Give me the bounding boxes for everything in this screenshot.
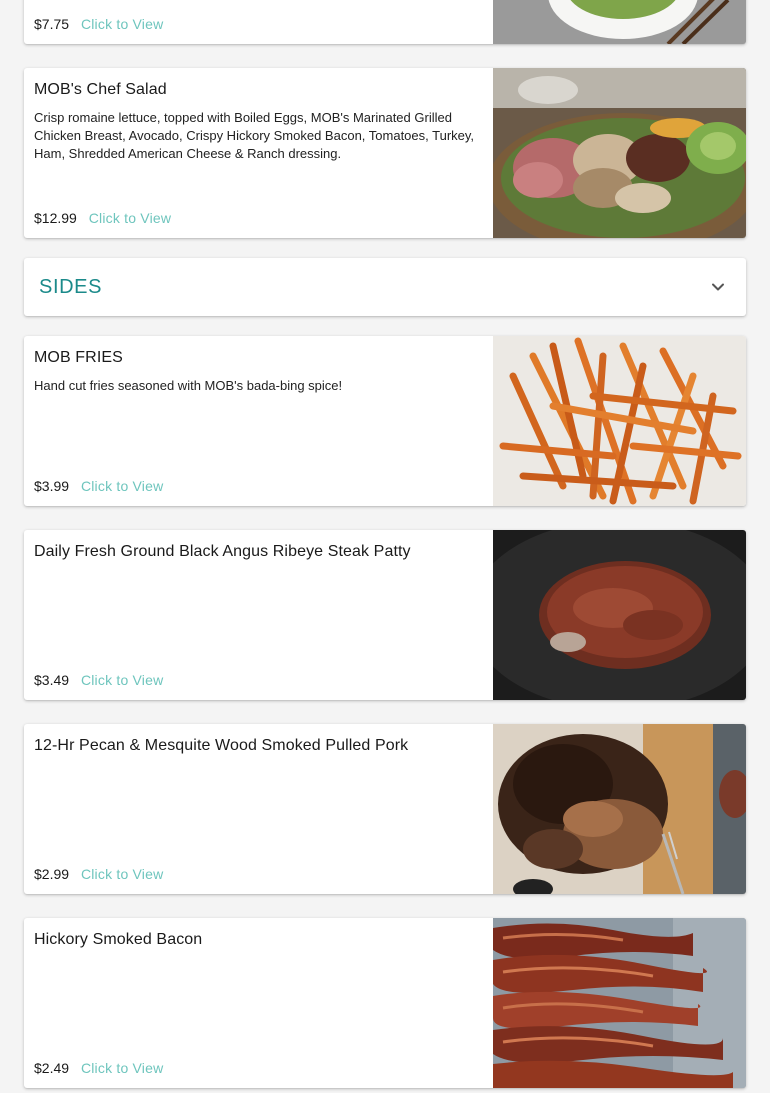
item-title: Hickory Smoked Bacon [34, 931, 203, 948]
click-to-view-link[interactable]: Click to View [89, 210, 171, 226]
item-title: Daily Fresh Ground Black Angus Ribeye St… [34, 543, 411, 560]
item-title: MOB FRIES [34, 349, 123, 366]
click-to-view-link[interactable]: Click to View [81, 1060, 163, 1076]
menu-item-info: 12-Hr Pecan & Mesquite Wood Smoked Pulle… [34, 724, 484, 894]
price-row: $7.75 Click to View [34, 16, 163, 32]
click-to-view-link[interactable]: Click to View [81, 672, 163, 688]
item-price: $3.49 [34, 672, 70, 688]
price-row: $12.99 Click to View [34, 210, 171, 226]
click-to-view-link[interactable]: Click to View [81, 866, 163, 882]
click-to-view-link[interactable]: Click to View [81, 478, 163, 494]
item-title: 12-Hr Pecan & Mesquite Wood Smoked Pulle… [34, 737, 409, 754]
item-photo[interactable] [493, 724, 746, 894]
item-photo[interactable] [493, 530, 746, 700]
item-price: $12.99 [34, 210, 77, 226]
item-price: $3.99 [34, 478, 70, 494]
menu-page: $7.75 Click to View MOB's Chef Salad Cri… [0, 0, 770, 1093]
item-description: Hand cut fries seasoned with MOB's bada-… [34, 378, 343, 393]
menu-item-info: Hickory Smoked Bacon $2.49 Click to View [34, 918, 484, 1088]
price-row: $3.49 Click to View [34, 672, 163, 688]
item-title: MOB's Chef Salad [34, 81, 167, 98]
price-row: $3.99 Click to View [34, 478, 163, 494]
menu-item-card[interactable]: Hickory Smoked Bacon $2.49 Click to View [24, 918, 746, 1088]
menu-item-info: $7.75 Click to View [34, 0, 484, 44]
item-price: $2.49 [34, 1060, 70, 1076]
menu-item-card[interactable]: 12-Hr Pecan & Mesquite Wood Smoked Pulle… [24, 724, 746, 894]
price-row: $2.49 Click to View [34, 1060, 163, 1076]
item-photo[interactable] [493, 68, 746, 238]
chevron-down-icon[interactable] [710, 279, 726, 295]
sides-section-header[interactable]: SIDES [24, 258, 746, 316]
menu-item-info: MOB's Chef Salad Crisp romaine lettuce, … [34, 68, 484, 238]
item-photo[interactable] [493, 918, 746, 1088]
menu-item-info: Daily Fresh Ground Black Angus Ribeye St… [34, 530, 484, 700]
menu-item-card[interactable]: MOB's Chef Salad Crisp romaine lettuce, … [24, 68, 746, 238]
item-price: $7.75 [34, 16, 70, 32]
menu-item-info: MOB FRIES Hand cut fries seasoned with M… [34, 336, 484, 506]
item-photo[interactable] [493, 0, 746, 44]
menu-item-card[interactable]: Daily Fresh Ground Black Angus Ribeye St… [24, 530, 746, 700]
menu-item-card[interactable]: $7.75 Click to View [24, 0, 746, 44]
click-to-view-link[interactable]: Click to View [81, 16, 163, 32]
section-title: SIDES [39, 276, 103, 298]
item-price: $2.99 [34, 866, 70, 882]
item-description: Crisp romaine lettuce, topped with Boile… [34, 110, 475, 161]
price-row: $2.99 Click to View [34, 866, 163, 882]
menu-item-card[interactable]: MOB FRIES Hand cut fries seasoned with M… [24, 336, 746, 506]
item-photo[interactable] [493, 336, 746, 506]
